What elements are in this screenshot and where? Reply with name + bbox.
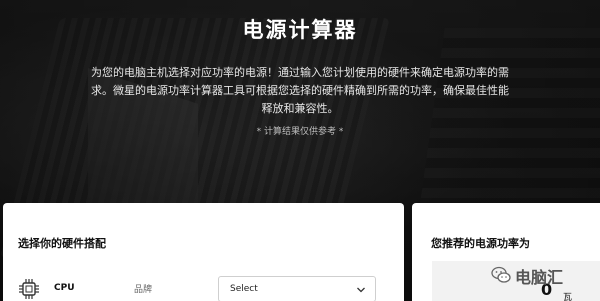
cpu-row: CPU 品牌 Select	[18, 276, 398, 301]
cpu-brand-select[interactable]: Select	[218, 276, 376, 301]
watermark: 电脑汇	[491, 264, 600, 287]
hardware-panel-title: 选择你的硬件搭配	[18, 237, 106, 250]
cpu-chip-icon	[19, 279, 39, 299]
page-description: 为您的电脑主机选择对应功率的电源！通过输入您计划使用的硬件来确定电源功率的需求。…	[91, 66, 509, 115]
brand-label: 品牌	[134, 285, 153, 295]
watermark-text: 电脑汇	[515, 268, 564, 287]
recommended-power-panel: 您推荐的电源功率为 0 瓦	[412, 203, 600, 301]
recommended-power-unit: 瓦	[563, 293, 573, 301]
cpu-label: CPU	[54, 283, 75, 293]
recommended-power-title: 您推荐的电源功率为	[431, 237, 530, 250]
wechat-icon	[491, 266, 511, 283]
cpu-brand-select-value: Select	[230, 284, 258, 294]
chevron-down-icon	[357, 287, 365, 293]
page-title: 电源计算器	[242, 18, 358, 42]
hardware-selection-panel: 选择你的硬件搭配 CPU 品牌 Select	[3, 203, 404, 301]
disclaimer-note: * 计算结果仅供参考 *	[256, 127, 344, 137]
